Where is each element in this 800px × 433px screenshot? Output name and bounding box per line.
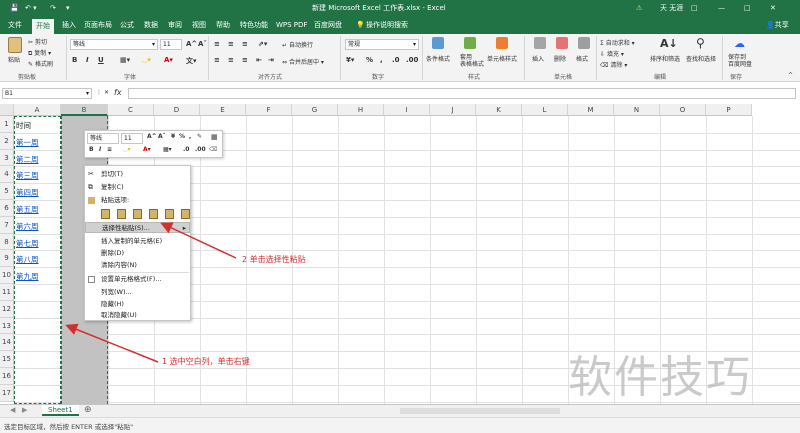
- next-sheet-icon[interactable]: ▶: [22, 406, 27, 414]
- horizontal-scrollbar[interactable]: [400, 408, 560, 414]
- prev-sheet-icon[interactable]: ◀: [10, 406, 15, 414]
- sheet-tab-sheet1[interactable]: Sheet1: [42, 405, 79, 416]
- watermark: 软件技巧: [568, 352, 752, 403]
- arrow-step2: [160, 222, 237, 259]
- excel-window: { "titlebar":{"file_title":"新建 Microsoft…: [0, 0, 800, 433]
- arrow-step1: [65, 323, 159, 363]
- sheet-tab-bar: ◀ ▶ Sheet1 ⊕: [0, 404, 800, 417]
- annotation-step1: 1 选中空白列，单击右键: [162, 357, 250, 366]
- status-bar: 选定目标区域，然后按 ENTER 或选择"粘贴": [0, 417, 800, 433]
- status-message: 选定目标区域，然后按 ENTER 或选择"粘贴": [4, 423, 134, 431]
- annotation-step2: 2 单击选择性粘贴: [242, 255, 306, 264]
- add-sheet-icon[interactable]: ⊕: [84, 405, 92, 415]
